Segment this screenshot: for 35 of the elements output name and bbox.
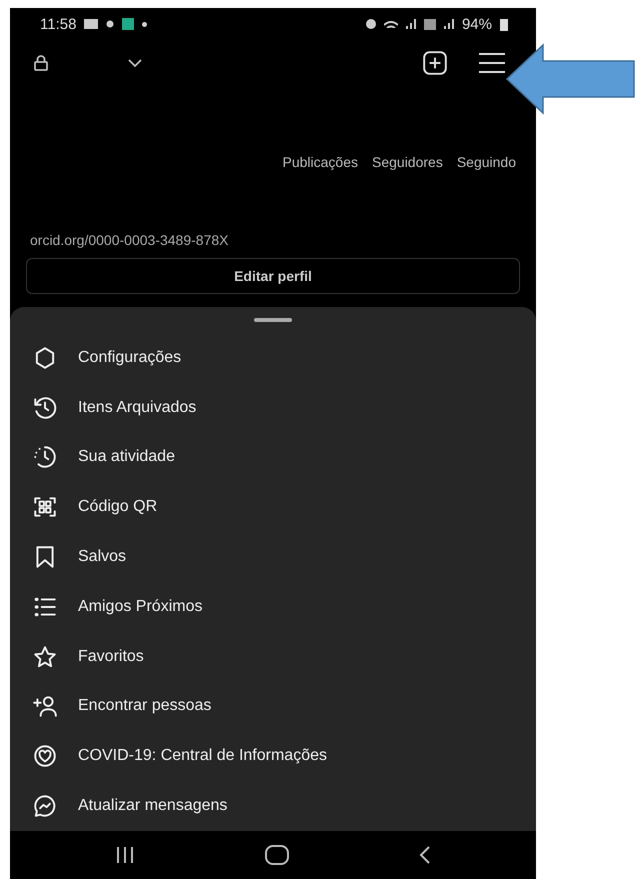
menu-item[interactable]: Atualizar mensagens xyxy=(78,797,228,816)
stat-label[interactable]: Seguindo xyxy=(456,154,516,170)
menu-item[interactable]: Código QR xyxy=(78,498,158,516)
lock-icon xyxy=(34,55,48,71)
home-icon[interactable] xyxy=(265,845,289,865)
drag-handle[interactable] xyxy=(254,318,292,322)
star-icon xyxy=(32,644,58,670)
recent-apps-icon[interactable] xyxy=(115,846,135,864)
menu-item[interactable]: Configurações xyxy=(78,348,182,367)
menu-item[interactable]: Favoritos xyxy=(78,648,144,666)
chevron-down-icon xyxy=(128,58,142,68)
edit-profile-button[interactable]: Editar perfil xyxy=(26,258,520,294)
menu-icon[interactable] xyxy=(478,52,506,74)
menu-item[interactable]: Sua atividade xyxy=(78,448,175,466)
stat-label[interactable]: Publicações xyxy=(282,154,358,170)
profile-link[interactable]: orcid.org/0000-0003-3489-878X xyxy=(10,232,536,248)
menu-item[interactable]: Itens Arquivados xyxy=(78,398,196,417)
back-icon[interactable] xyxy=(419,846,431,864)
add-icon[interactable] xyxy=(422,50,448,76)
dot-icon xyxy=(142,22,148,26)
menu-item[interactable]: Salvos xyxy=(78,548,126,566)
status-time: 11:58 xyxy=(40,16,76,32)
menu-item[interactable]: Encontrar pessoas xyxy=(78,697,212,716)
menu-item[interactable]: Amigos Próximos xyxy=(78,598,202,616)
battery-icon xyxy=(500,18,508,30)
signal-icon xyxy=(444,19,454,29)
clock-icon xyxy=(32,444,58,470)
menu-item[interactable]: COVID-19: Central de Informações xyxy=(78,747,327,766)
heart-circle-icon xyxy=(32,743,58,770)
history-icon xyxy=(32,394,58,421)
stat-label[interactable]: Seguidores xyxy=(372,154,443,170)
wifi-icon xyxy=(384,20,398,28)
messenger-icon xyxy=(32,793,58,820)
battery-percentage: 94% xyxy=(462,16,492,32)
signal-icon xyxy=(406,19,416,29)
